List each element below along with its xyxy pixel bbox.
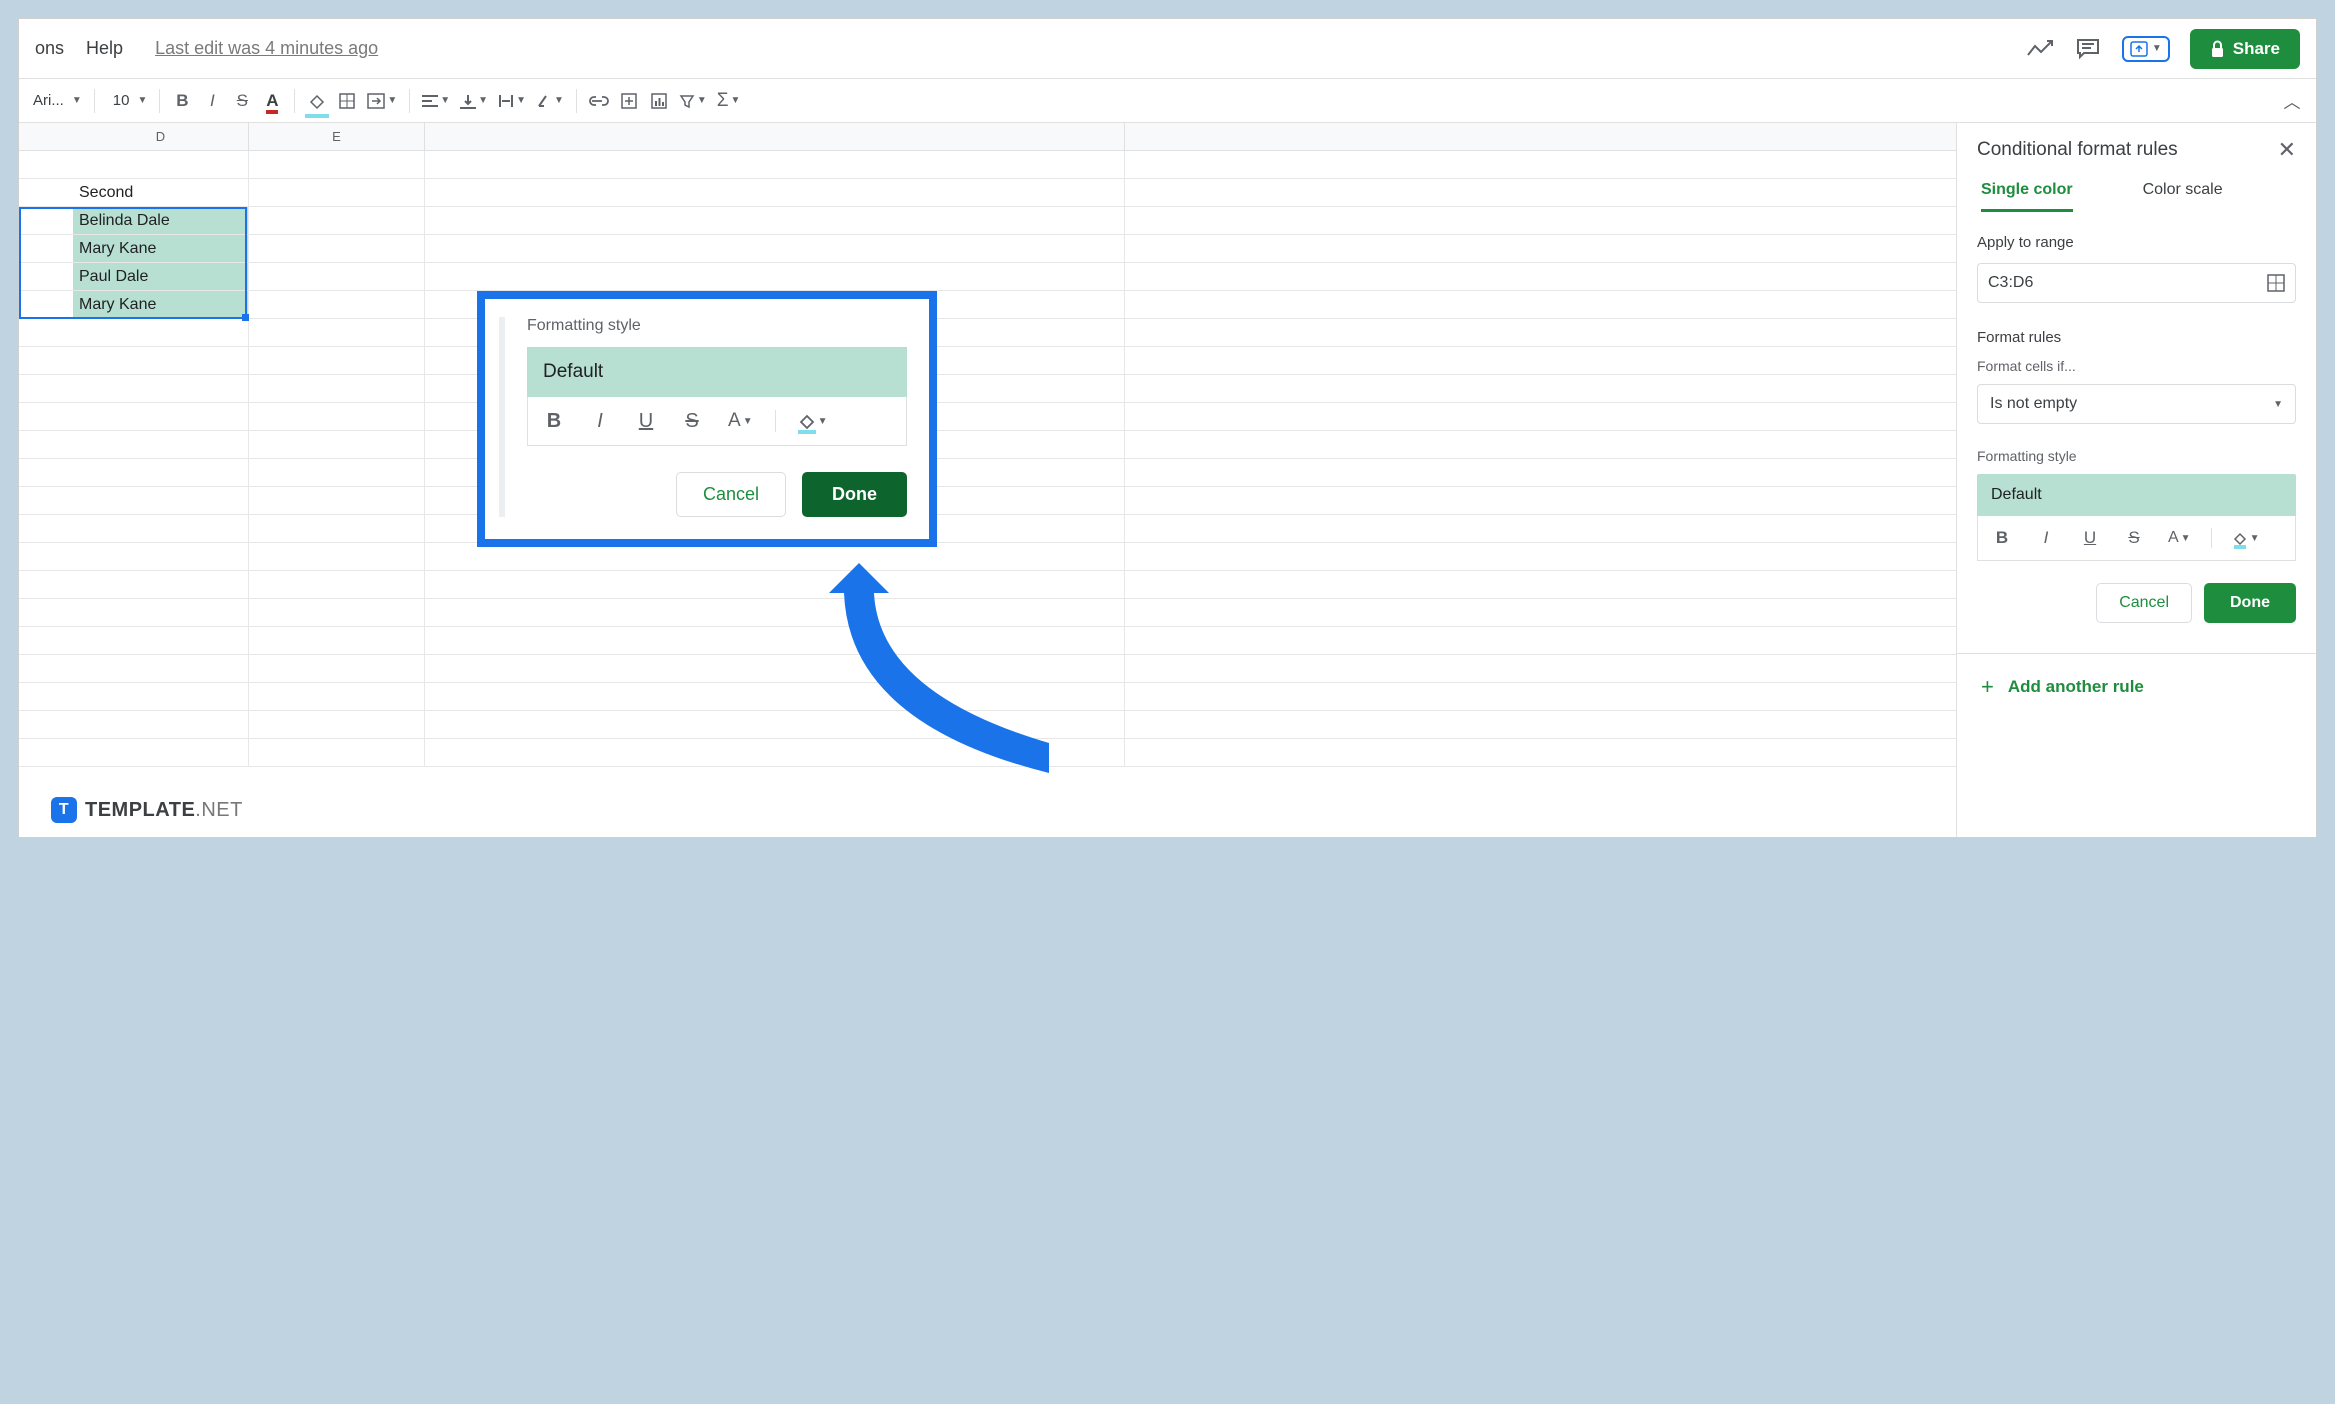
sidebar-tabs: Single color Color scale	[1977, 181, 2296, 212]
col-header-d[interactable]: D	[73, 123, 249, 150]
text-rotation-icon[interactable]: ▼	[532, 93, 568, 109]
fill-color-icon[interactable]: ▼	[2228, 530, 2264, 546]
collapse-toolbar-icon[interactable]: ︿	[2278, 87, 2306, 115]
chevron-down-icon: ▼	[2152, 43, 2162, 54]
last-edit-link[interactable]: Last edit was 4 minutes ago	[155, 38, 378, 59]
comment-icon[interactable]	[2074, 35, 2102, 63]
callout-scrollbar	[499, 317, 505, 517]
column-headers: D E	[19, 123, 1956, 151]
chevron-down-icon: ▼	[2273, 399, 2283, 410]
range-value: C3:D6	[1988, 274, 2267, 292]
menu-bar: ons Help Last edit was 4 minutes ago	[35, 38, 378, 59]
add-another-rule-button[interactable]: + Add another rule	[1977, 674, 2296, 700]
menu-help[interactable]: Help	[86, 38, 123, 59]
underline-icon[interactable]: U	[2076, 524, 2104, 552]
header-bar: ons Help Last edit was 4 minutes ago ▼ S…	[19, 19, 2316, 79]
watermark-logo-icon: T	[51, 797, 77, 823]
explore-trend-icon[interactable]	[2026, 35, 2054, 63]
plus-icon: +	[1981, 674, 1994, 700]
cell-d6[interactable]: Mary Kane	[73, 291, 249, 318]
callout-text-color-icon[interactable]: A▼	[724, 410, 757, 432]
tab-color-scale[interactable]: Color scale	[2143, 181, 2223, 212]
text-color-icon[interactable]: A▼	[2164, 529, 2195, 547]
borders-icon[interactable]	[333, 87, 361, 115]
toolbar: Ari...▼ 10▼ B I S A ▼ ▼ ▼ ▼ ▼ ▼ Σ▼ ︿	[19, 79, 2316, 123]
strikethrough-icon[interactable]: S	[2120, 524, 2148, 552]
functions-icon[interactable]: Σ▼	[713, 90, 745, 112]
menu-ons[interactable]: ons	[35, 38, 64, 59]
merge-cells-icon[interactable]: ▼	[363, 93, 401, 109]
insert-link-icon[interactable]	[585, 87, 613, 115]
bold-icon[interactable]: B	[1988, 524, 2016, 552]
watermark: T TEMPLATE.NET	[51, 797, 243, 823]
text-color-icon[interactable]: A	[258, 87, 286, 115]
callout-bold-icon[interactable]: B	[540, 407, 568, 435]
share-button[interactable]: Share	[2190, 29, 2300, 69]
italic-icon[interactable]: I	[2032, 524, 2060, 552]
callout-formatting-label: Formatting style	[527, 317, 907, 335]
vertical-align-icon[interactable]: ▼	[456, 93, 492, 109]
text-wrap-icon[interactable]: ▼	[494, 93, 530, 109]
range-input[interactable]: C3:D6	[1977, 263, 2296, 303]
fill-color-icon[interactable]	[303, 87, 331, 115]
callout-popup: Formatting style Default B I U S A▼ ▼ Ca…	[477, 291, 937, 547]
format-cells-if-label: Format cells if...	[1977, 358, 2296, 374]
style-toolbar: B I U S A▼ ▼	[1977, 516, 2296, 561]
main-area: D E Second Belinda Dale Mary Kane Paul D…	[19, 123, 2316, 837]
horizontal-align-icon[interactable]: ▼	[418, 94, 454, 108]
cell-d4[interactable]: Mary Kane	[73, 235, 249, 262]
sidebar-title: Conditional format rules	[1977, 139, 2178, 161]
cell-d3[interactable]: Belinda Dale	[73, 207, 249, 234]
app-frame: ons Help Last edit was 4 minutes ago ▼ S…	[18, 18, 2317, 838]
share-label: Share	[2233, 39, 2280, 59]
format-rules-label: Format rules	[1977, 329, 2296, 346]
callout-italic-icon[interactable]: I	[586, 407, 614, 435]
callout-strikethrough-icon[interactable]: S	[678, 407, 706, 435]
callout-underline-icon[interactable]: U	[632, 407, 660, 435]
apply-to-range-label: Apply to range	[1977, 234, 2296, 251]
font-selector[interactable]: Ari...▼	[23, 92, 86, 109]
grid-body: Second Belinda Dale Mary Kane Paul Dale …	[19, 151, 1956, 767]
strikethrough-icon[interactable]: S	[228, 87, 256, 115]
callout-style-toolbar: B I U S A▼ ▼	[527, 397, 907, 446]
grid: D E Second Belinda Dale Mary Kane Paul D…	[19, 123, 1956, 837]
cell-d5[interactable]: Paul Dale	[73, 263, 249, 290]
col-header-e[interactable]: E	[249, 123, 425, 150]
select-range-icon[interactable]	[2267, 274, 2285, 292]
formatting-style-label: Formatting style	[1977, 448, 2296, 464]
present-button[interactable]: ▼	[2122, 36, 2170, 62]
bold-icon[interactable]: B	[168, 87, 196, 115]
insert-comment-icon[interactable]	[615, 87, 643, 115]
callout-cancel-button[interactable]: Cancel	[676, 472, 786, 517]
font-size-selector[interactable]: 10▼	[103, 92, 152, 109]
filter-icon[interactable]: ▼	[675, 93, 711, 109]
cell-d2[interactable]: Second	[73, 179, 249, 206]
lock-icon	[2210, 40, 2225, 58]
callout-fill-color-icon[interactable]: ▼	[794, 412, 832, 430]
insert-chart-icon[interactable]	[645, 87, 673, 115]
callout-style-preview[interactable]: Default	[527, 347, 907, 397]
conditional-format-sidebar: Conditional format rules ✕ Single color …	[1956, 123, 2316, 837]
done-button[interactable]: Done	[2204, 583, 2296, 623]
tab-single-color[interactable]: Single color	[1981, 181, 2073, 212]
header-right: ▼ Share	[2026, 29, 2300, 69]
sheet-area[interactable]: D E Second Belinda Dale Mary Kane Paul D…	[19, 123, 1956, 837]
italic-icon[interactable]: I	[198, 87, 226, 115]
condition-select[interactable]: Is not empty ▼	[1977, 384, 2296, 424]
close-icon[interactable]: ✕	[2278, 137, 2296, 163]
callout-done-button[interactable]: Done	[802, 472, 907, 517]
style-preview[interactable]: Default	[1977, 474, 2296, 516]
cancel-button[interactable]: Cancel	[2096, 583, 2192, 623]
